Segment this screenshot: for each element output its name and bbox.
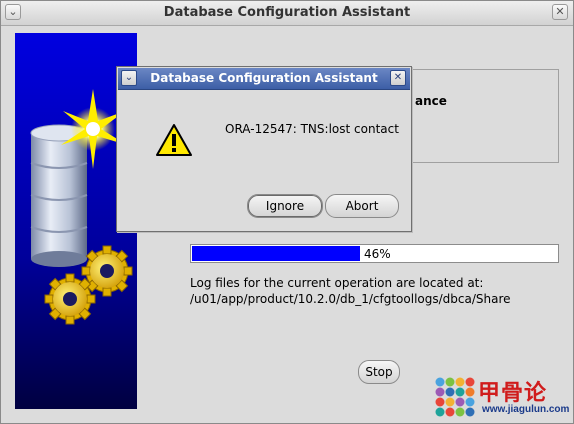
watermark-site: www.jiagulun.com — [482, 404, 570, 415]
dialog-menu-icon[interactable]: ⌄ — [121, 70, 137, 86]
dialog-close-icon[interactable]: ✕ — [390, 70, 406, 86]
log-files-label: Log files for the current operation are … — [190, 276, 484, 290]
dialog-title: Database Configuration Assistant — [150, 71, 378, 85]
watermark-dots-icon — [435, 377, 475, 417]
progress-bar: 46% — [190, 244, 559, 263]
error-dialog: ⌄ Database Configuration Assistant ✕ ORA… — [116, 66, 412, 232]
abort-button[interactable]: Abort — [325, 194, 399, 218]
watermark-brand: 甲骨论 — [478, 381, 548, 406]
ignore-button[interactable]: Ignore — [247, 194, 323, 218]
progress-bar-fill — [192, 246, 360, 261]
log-files-path: /u01/app/product/10.2.0/db_1/cfgtoollogs… — [190, 292, 511, 306]
watermark-logo: 甲骨论 www.jiagulun.com — [434, 375, 574, 421]
dialog-title-bar[interactable]: ⌄ Database Configuration Assistant ✕ — [118, 68, 410, 90]
stop-button[interactable]: Stop — [358, 360, 400, 384]
database-cylinder-icon — [30, 124, 88, 267]
step-info-box: ance — [394, 69, 559, 163]
window-close-icon[interactable]: ✕ — [552, 4, 568, 20]
error-message: ORA-12547: TNS:lost contact — [225, 122, 399, 136]
info-box-text: ance — [415, 94, 447, 108]
progress-percent: 46% — [364, 247, 391, 261]
window-title: Database Configuration Assistant — [163, 5, 411, 20]
title-bar[interactable]: ⌄ Database Configuration Assistant ✕ — [1, 1, 573, 26]
warning-icon — [155, 123, 193, 160]
